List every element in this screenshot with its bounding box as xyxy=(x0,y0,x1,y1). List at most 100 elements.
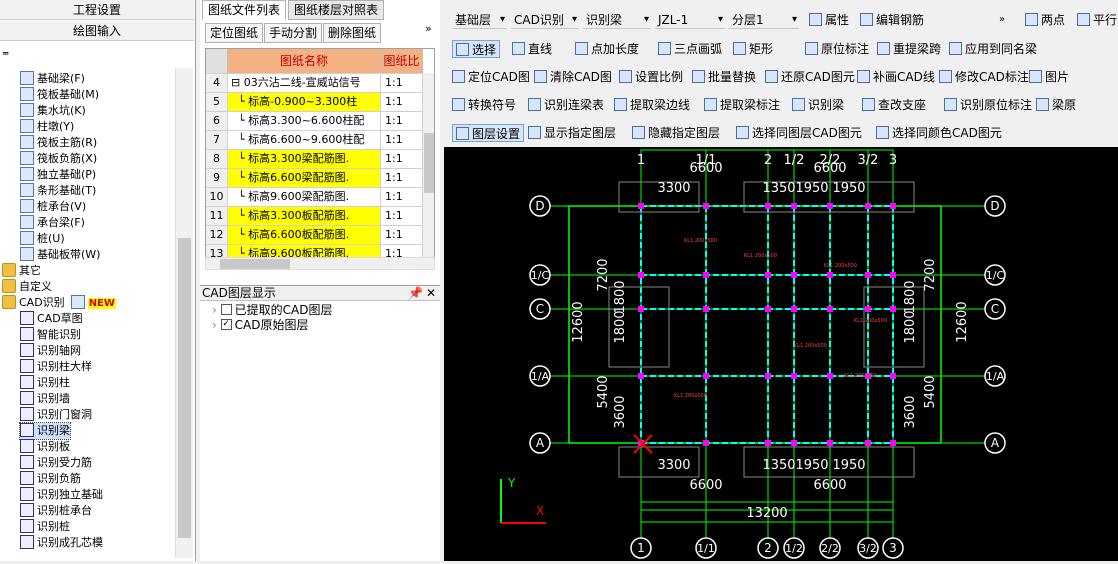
cad-tree-item[interactable]: 识别负筋 xyxy=(20,471,81,487)
toolbar-button[interactable]: 直线 xyxy=(512,40,552,58)
tree-folder[interactable]: 其它 xyxy=(2,263,41,279)
tree-item[interactable]: 基础板带(W) xyxy=(20,247,100,263)
toolbar-button[interactable]: 三点画弧 xyxy=(658,40,722,58)
table-row[interactable]: 10 └ 标高9.600梁配筋图. 1:1 xyxy=(206,187,434,206)
cad-tree-item[interactable]: 识别成孔芯模 xyxy=(20,535,103,551)
toolbar-button[interactable]: 提取梁标注 xyxy=(704,96,780,114)
toolbar-button[interactable]: 选择同颜色CAD图元 xyxy=(876,124,1002,142)
cad-tree-item[interactable]: 识别板 xyxy=(20,439,70,455)
drawing-scale-cell[interactable]: 1:1 xyxy=(381,188,423,206)
tree-item[interactable]: 桩承台(V) xyxy=(20,199,86,215)
toolbar-button[interactable]: 设置比例 xyxy=(619,68,683,86)
tab-floor-mapping[interactable]: 图纸楼层对照表 xyxy=(288,0,385,20)
component-select[interactable]: JZL-1 xyxy=(655,11,725,29)
parallel-button[interactable]: 平行 xyxy=(1077,11,1117,29)
cad-tree-item[interactable]: CAD草图 xyxy=(20,311,83,327)
drawing-name-cell[interactable]: └ 标高6.600~9.600柱配 xyxy=(228,131,381,149)
drawing-scale-cell[interactable]: 1:1 xyxy=(381,150,423,168)
cad-drawing[interactable]: KL1 200x500 KL1 200x500 KL1 200x500 KL1 200… xyxy=(444,147,1118,561)
table-row[interactable]: 13 └ 标高9.600板配筋图. 1:1 xyxy=(206,244,434,257)
tree-item[interactable]: 承台梁(F) xyxy=(20,215,85,231)
table-row[interactable]: 9 └ 标高6.600梁配筋图. 1:1 xyxy=(206,168,434,187)
cad-tree-item[interactable]: 识别桩承台 xyxy=(20,503,92,519)
floor-select[interactable]: 基础层 xyxy=(452,11,507,29)
toolbar-button[interactable]: 图片 xyxy=(1029,68,1069,86)
cad-tree-item[interactable]: 识别独立基础 xyxy=(20,487,103,503)
checkbox-extracted[interactable] xyxy=(220,304,232,315)
cad-tree-item[interactable]: 识别受力筋 xyxy=(20,455,92,471)
tree-item[interactable]: 集水坑(K) xyxy=(20,103,86,119)
drawing-name-cell[interactable]: └ 标高6.600梁配筋图. xyxy=(228,169,381,187)
toolbar-button[interactable]: 转换符号 xyxy=(452,96,516,114)
tree-folder[interactable]: CAD识别 NEW xyxy=(2,295,116,311)
toolbar-button[interactable]: 查改支座 xyxy=(862,96,926,114)
layer-select[interactable]: 分层1 xyxy=(729,11,799,29)
tree-item[interactable]: 筏板负筋(X) xyxy=(20,151,97,167)
drawing-scale-cell[interactable]: 1:1 xyxy=(381,112,423,130)
toolbar-button[interactable]: 选择同图层CAD图元 xyxy=(736,124,862,142)
toolbar-button[interactable]: 识别原位标注 xyxy=(944,96,1032,114)
toolbar-button[interactable]: 修改CAD标注 xyxy=(939,68,1029,86)
tree-item[interactable]: 基础梁(F) xyxy=(20,71,85,87)
toolbar-button[interactable]: 识别连梁表 xyxy=(528,96,604,114)
close-icon[interactable]: ✕ xyxy=(426,286,436,301)
cad-tree-item[interactable]: 智能识别 xyxy=(20,327,81,343)
toolbar-button[interactable]: 矩形 xyxy=(733,40,773,58)
toolbar-button[interactable]: 图层设置 xyxy=(452,124,525,142)
edit-rebar-button[interactable]: 编辑钢筋 xyxy=(860,11,924,29)
collapse-icon[interactable]: ⁼ xyxy=(2,48,9,64)
toolbar-button[interactable]: 批量替换 xyxy=(692,68,756,86)
delete-drawing-button[interactable]: 删除图纸 xyxy=(323,23,382,43)
toolbar-button[interactable]: 原位标注 xyxy=(805,40,869,58)
toolbar-button[interactable]: 重提梁跨 xyxy=(877,40,941,58)
layer-extracted[interactable]: › 已提取的CAD图层 xyxy=(212,302,332,318)
tab-drawing-files[interactable]: 图纸文件列表 xyxy=(202,0,287,20)
toolbar-button[interactable]: 显示指定图层 xyxy=(528,124,616,142)
drawing-name-cell[interactable]: └ 标高-0.900~3.300柱 xyxy=(228,93,381,111)
toolbar-button[interactable]: 点加长度 xyxy=(575,40,639,58)
cad-tree-item[interactable]: 识别墙 xyxy=(20,391,70,407)
tree-item[interactable]: 筏板主筋(R) xyxy=(20,135,97,151)
toolbar-button[interactable]: 梁原 xyxy=(1036,96,1076,114)
manual-split-button[interactable]: 手动分割 xyxy=(264,23,323,43)
drawing-name-cell[interactable]: └ 标高6.600板配筋图. xyxy=(228,226,381,244)
drawing-name-cell[interactable]: └ 标高3.300板配筋图. xyxy=(228,207,381,225)
table-row[interactable]: 4 ⊟ 03六沾二线-宣威站信号 1:1 xyxy=(206,73,434,92)
drawing-name-cell[interactable]: ⊟ 03六沾二线-宣威站信号 xyxy=(228,74,381,92)
table-row[interactable]: 12 └ 标高6.600板配筋图. 1:1 xyxy=(206,225,434,244)
drawing-scale-cell[interactable]: 1:1 xyxy=(381,131,423,149)
toolbar-button[interactable]: 选择 xyxy=(452,40,501,58)
project-settings-header[interactable]: 工程设置 xyxy=(0,0,194,20)
cad-tree-item[interactable]: 识别柱大样 xyxy=(20,359,92,375)
two-points-button[interactable]: 两点 xyxy=(1025,11,1065,29)
tree-item[interactable]: 筏板基础(M) xyxy=(20,87,99,103)
cad-tree-item[interactable]: 识别门窗洞 xyxy=(20,407,92,423)
drawing-scale-cell[interactable]: 1:1 xyxy=(381,74,423,92)
drawing-name-cell[interactable]: └ 标高9.600梁配筋图. xyxy=(228,188,381,206)
toolbar-button[interactable]: 提取梁边线 xyxy=(614,96,690,114)
cad-tree-item[interactable]: 识别柱 xyxy=(20,375,70,391)
drawing-scale-cell[interactable]: 1:1 xyxy=(381,226,423,244)
drawing-scale-cell[interactable]: 1:1 xyxy=(381,93,423,111)
cad-tree-item[interactable]: 识别桩 xyxy=(20,519,70,535)
drawing-name-cell[interactable]: └ 标高3.300~6.600柱配 xyxy=(228,112,381,130)
tree-item[interactable]: 条形基础(T) xyxy=(20,183,96,199)
locate-drawing-button[interactable]: 定位图纸 xyxy=(205,23,264,43)
drawing-input-header[interactable]: 绘图输入 xyxy=(0,21,194,41)
toolbar-button[interactable]: 还原CAD图元 xyxy=(765,68,855,86)
tree-item[interactable]: 桩(U) xyxy=(20,231,65,247)
mode-select[interactable]: CAD识别 xyxy=(511,11,579,29)
toolbar-button[interactable]: 定位CAD图 xyxy=(452,68,530,86)
left-scrollbar[interactable] xyxy=(175,68,193,558)
table-row[interactable]: 5 └ 标高-0.900~3.300柱 1:1 xyxy=(206,92,434,111)
toolbar-button[interactable]: 补画CAD线 xyxy=(857,68,935,86)
tree-folder[interactable]: 自定义 xyxy=(2,279,52,295)
table-row[interactable]: 11 └ 标高3.300板配筋图. 1:1 xyxy=(206,206,434,225)
drawing-name-cell[interactable]: └ 标高3.300梁配筋图. xyxy=(228,150,381,168)
table-scrollbar[interactable] xyxy=(423,73,434,257)
tree-item[interactable]: 柱墩(Y) xyxy=(20,119,74,135)
scrollbar-thumb[interactable] xyxy=(178,238,191,538)
pin-icon[interactable]: 📌 xyxy=(408,286,423,301)
properties-button[interactable]: 属性 xyxy=(809,11,849,29)
table-row[interactable]: 7 └ 标高6.600~9.600柱配 1:1 xyxy=(206,130,434,149)
